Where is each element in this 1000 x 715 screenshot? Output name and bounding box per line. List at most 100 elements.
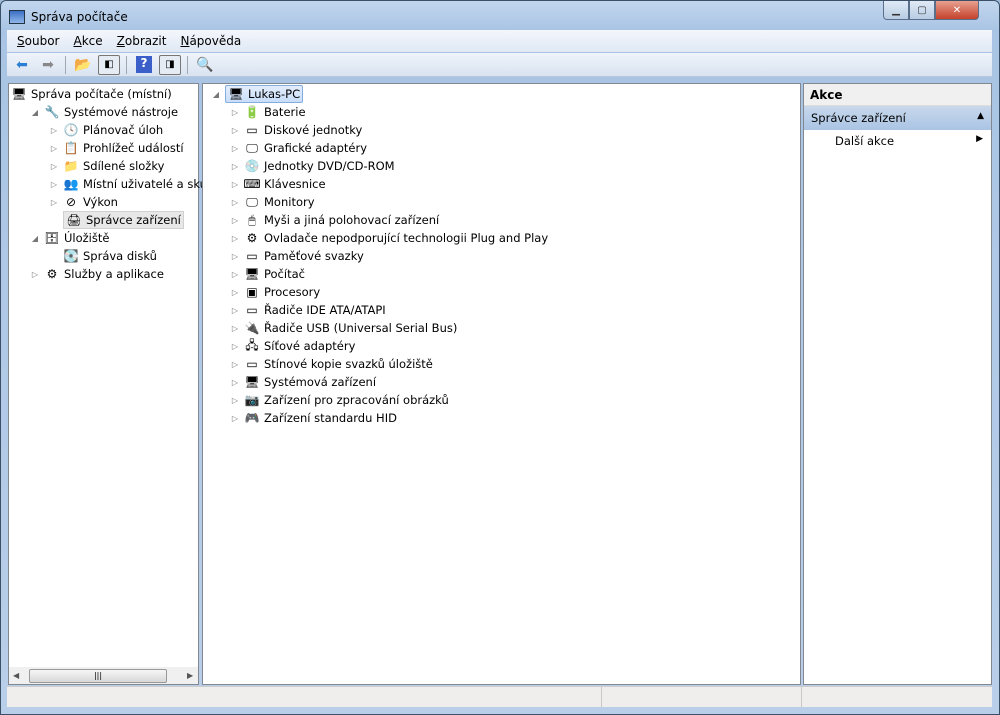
- expander-icon[interactable]: ◢: [30, 108, 40, 117]
- tree-item[interactable]: ▷ ⊘ Výkon: [49, 193, 118, 211]
- expander-icon[interactable]: ▷: [49, 180, 59, 189]
- expander-icon[interactable]: ▷: [49, 198, 59, 207]
- tree-item-label: Výkon: [83, 195, 118, 209]
- expand-icon[interactable]: ▷: [230, 252, 240, 261]
- action-more-actions[interactable]: Další akce ▶: [804, 130, 991, 152]
- expander-icon[interactable]: ◢: [30, 234, 40, 243]
- expand-icon[interactable]: ▷: [230, 342, 240, 351]
- device-category[interactable]: ▷ ⌨ Klávesnice: [230, 175, 326, 193]
- device-category[interactable]: ▷ ▭ Řadiče IDE ATA/ATAPI: [230, 301, 386, 319]
- device-category-icon: 🖵: [246, 140, 258, 155]
- status-section: [7, 687, 602, 707]
- tree-item-icon: 📋: [63, 141, 79, 155]
- expander-icon[interactable]: ▷: [49, 144, 59, 153]
- device-category[interactable]: ▷ ▭ Paměťové svazky: [230, 247, 364, 265]
- minimize-button[interactable]: ▁: [883, 1, 909, 20]
- actions-header: Akce: [804, 84, 991, 106]
- maximize-button[interactable]: ▢: [909, 1, 935, 20]
- tree-item[interactable]: 🖥 Správa počítače (místní): [11, 85, 171, 103]
- device-category-icon: ⚙: [246, 231, 258, 245]
- device-category[interactable]: ▷ 🔋 Baterie: [230, 103, 306, 121]
- computer-icon: 🖥: [228, 87, 244, 101]
- forward-arrow-icon[interactable]: ➡: [37, 55, 59, 75]
- device-category[interactable]: ▷ 🖥 Systémová zařízení: [230, 373, 376, 391]
- expand-icon[interactable]: ▷: [230, 216, 240, 225]
- help-icon[interactable]: ?: [133, 55, 155, 75]
- device-category-label: Grafické adaptéry: [264, 141, 368, 155]
- device-category[interactable]: ▷ 🖧 Síťové adaptéry: [230, 337, 355, 355]
- tree-item[interactable]: 💽 Správa disků: [49, 247, 157, 265]
- expander-icon[interactable]: ▷: [49, 162, 59, 171]
- expand-icon[interactable]: ▷: [230, 360, 240, 369]
- expand-icon[interactable]: ▷: [230, 324, 240, 333]
- tree-item[interactable]: ▷ ⚙ Služby a aplikace: [30, 265, 164, 283]
- expand-icon[interactable]: ▷: [230, 108, 240, 117]
- tree-item[interactable]: ◢ 🗄 Úložiště: [30, 229, 110, 247]
- device-category[interactable]: ▷ 🎮 Zařízení standardu HID: [230, 409, 397, 427]
- tree-item[interactable]: 🖨 Správce zařízení: [49, 211, 184, 229]
- expand-icon[interactable]: ▷: [230, 306, 240, 315]
- menu-zobrazit[interactable]: Zobrazit: [117, 34, 167, 48]
- expand-icon[interactable]: ▷: [230, 270, 240, 279]
- device-category-label: Systémová zařízení: [264, 375, 377, 389]
- up-folder-icon[interactable]: 📂: [72, 55, 94, 75]
- device-category[interactable]: ▷ ▣ Procesory: [230, 283, 320, 301]
- expander-icon[interactable]: ▷: [49, 126, 59, 135]
- expand-icon[interactable]: ▷: [230, 234, 240, 243]
- collapse-icon[interactable]: ◢: [211, 90, 221, 99]
- expand-icon[interactable]: ▷: [230, 144, 240, 153]
- device-category[interactable]: ▷ 🖵 Grafické adaptéry: [230, 139, 367, 157]
- show-hide-tree-icon[interactable]: ◧: [98, 54, 120, 75]
- device-category[interactable]: ▷ 🖵 Monitory: [230, 193, 315, 211]
- tree-item[interactable]: ▷ 🕓 Plánovač úloh: [49, 121, 163, 139]
- expand-icon[interactable]: ▷: [230, 378, 240, 387]
- expand-icon[interactable]: ▷: [230, 126, 240, 135]
- device-category[interactable]: ▷ ▭ Stínové kopie svazků úložiště: [230, 355, 433, 373]
- expand-icon[interactable]: ▷: [230, 414, 240, 423]
- device-category[interactable]: ▷ 🖥 Počítač: [230, 265, 305, 283]
- tree-item[interactable]: ▷ 📋 Prohlížeč událostí: [49, 139, 184, 157]
- device-category[interactable]: ▷ ⚙ Ovladače nepodporující technologii Plu…: [230, 229, 548, 247]
- tree-item-icon: ⚙: [46, 267, 58, 281]
- menu-nápověda[interactable]: Nápověda: [180, 34, 241, 48]
- menu-akce[interactable]: Akce: [73, 34, 102, 48]
- device-category-label: Jednotky DVD/CD-ROM: [264, 159, 395, 173]
- scroll-right-icon[interactable]: ▶: [187, 671, 193, 680]
- expand-icon[interactable]: ▷: [230, 396, 240, 405]
- scroll-left-icon[interactable]: ◀: [13, 671, 19, 680]
- device-category[interactable]: ▷ 💿 Jednotky DVD/CD-ROM: [230, 157, 395, 175]
- tree-item-label: Správa disků: [83, 249, 157, 263]
- show-hide-action-pane-icon[interactable]: ◨: [159, 54, 181, 75]
- device-category-icon: ▭: [246, 357, 258, 371]
- expand-icon[interactable]: ▷: [230, 180, 240, 189]
- scan-hardware-icon[interactable]: 🔍: [194, 55, 216, 75]
- tree-item[interactable]: ◢ 🔧 Systémové nástroje: [30, 103, 178, 121]
- tree-item-label: Služby a aplikace: [64, 267, 164, 281]
- tree-item-label: Plánovač úloh: [83, 123, 164, 137]
- root-label: Lukas-PC: [248, 87, 301, 101]
- toolbar-separator: [126, 55, 127, 74]
- device-category[interactable]: ▷ 🔌 Řadiče USB (Universal Serial Bus): [230, 319, 457, 337]
- expand-icon[interactable]: ▷: [230, 198, 240, 207]
- tree-item-label: Správce zařízení: [86, 213, 181, 227]
- menu-soubor[interactable]: Soubor: [17, 34, 59, 48]
- scrollbar-thumb[interactable]: |||: [29, 668, 167, 683]
- device-category[interactable]: ▷ 🖱 Myši a jiná polohovací zařízení: [230, 211, 439, 229]
- device-category[interactable]: ▷ 📷 Zařízení pro zpracování obrázků: [230, 391, 449, 409]
- device-category[interactable]: ▷ ▭ Diskové jednotky: [230, 121, 362, 139]
- expand-icon[interactable]: ▷: [230, 162, 240, 171]
- status-bar: [7, 686, 992, 707]
- device-category-icon: 🖱: [248, 212, 256, 227]
- horizontal-scrollbar[interactable]: ◀ ||| ▶: [9, 667, 198, 684]
- expander-icon[interactable]: ▷: [30, 270, 40, 279]
- device-category-icon: 🎮: [244, 411, 260, 425]
- expand-icon[interactable]: ▷: [230, 288, 240, 297]
- close-button[interactable]: ✕: [935, 1, 979, 20]
- action-label: Další akce: [835, 134, 895, 148]
- device-category-label: Baterie: [264, 105, 306, 119]
- device-root[interactable]: ◢ 🖥 Lukas-PC: [211, 85, 304, 103]
- tree-item[interactable]: ▷ 📁 Sdílené složky: [49, 157, 164, 175]
- collapse-up-icon[interactable]: ▲: [977, 111, 984, 125]
- back-arrow-icon[interactable]: ⬅: [11, 55, 33, 75]
- actions-section-device-manager[interactable]: Správce zařízení ▲: [804, 106, 991, 130]
